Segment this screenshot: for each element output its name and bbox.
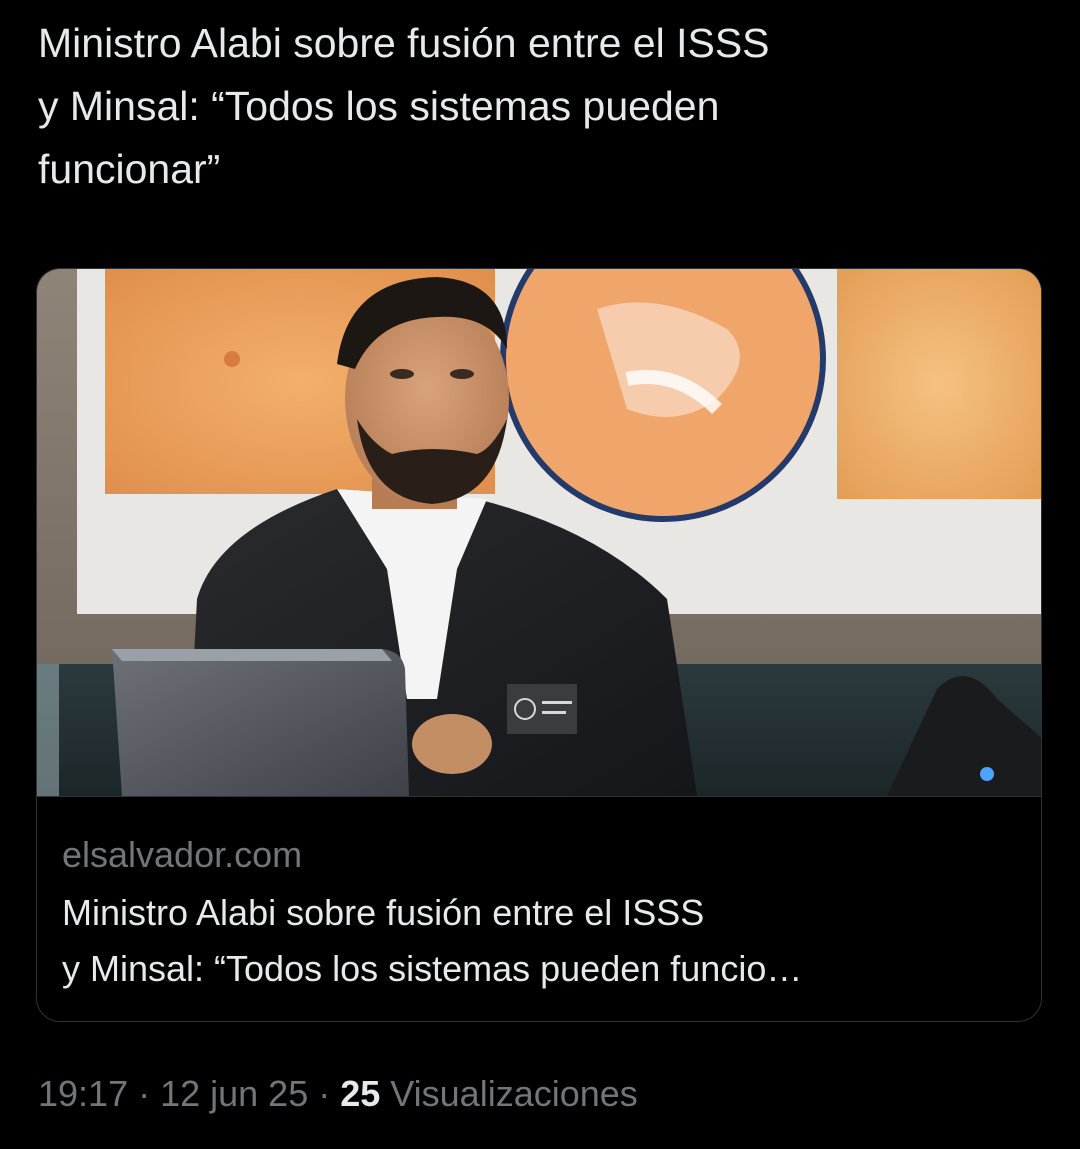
views-label: Visualizaciones <box>390 1073 638 1114</box>
tweet-text-line: funcionar” <box>38 146 221 192</box>
views-link[interactable]: 25 Visualizaciones <box>340 1073 638 1114</box>
card-image[interactable] <box>37 269 1041 796</box>
link-preview-card[interactable]: elsalvador.com Ministro Alabi sobre fusi… <box>36 268 1042 1022</box>
card-domain: elsalvador.com <box>62 834 303 875</box>
card-info[interactable]: elsalvador.com Ministro Alabi sobre fusi… <box>37 796 1041 1021</box>
tweet-text: Ministro Alabi sobre fusión entre el ISS… <box>38 12 1048 201</box>
separator-dot: · <box>318 1073 331 1114</box>
card-title: Ministro Alabi sobre fusión entre el ISS… <box>62 885 1012 997</box>
separator-dot: · <box>138 1073 151 1114</box>
card-title-line: y Minsal: “Todos los sistemas pueden fun… <box>62 948 803 989</box>
timestamp-date[interactable]: 12 jun 25 <box>160 1073 308 1114</box>
tweet-text-line: y Minsal: “Todos los sistemas pueden <box>38 83 720 129</box>
timestamp-time[interactable]: 19:17 <box>38 1073 128 1114</box>
tweet-text-line: Ministro Alabi sobre fusión entre el ISS… <box>38 20 770 66</box>
card-title-line: Ministro Alabi sobre fusión entre el ISS… <box>62 892 705 933</box>
tweet-meta: 19:17 · 12 jun 25 · 25 Visualizaciones <box>38 1064 638 1124</box>
views-count: 25 <box>340 1073 381 1114</box>
